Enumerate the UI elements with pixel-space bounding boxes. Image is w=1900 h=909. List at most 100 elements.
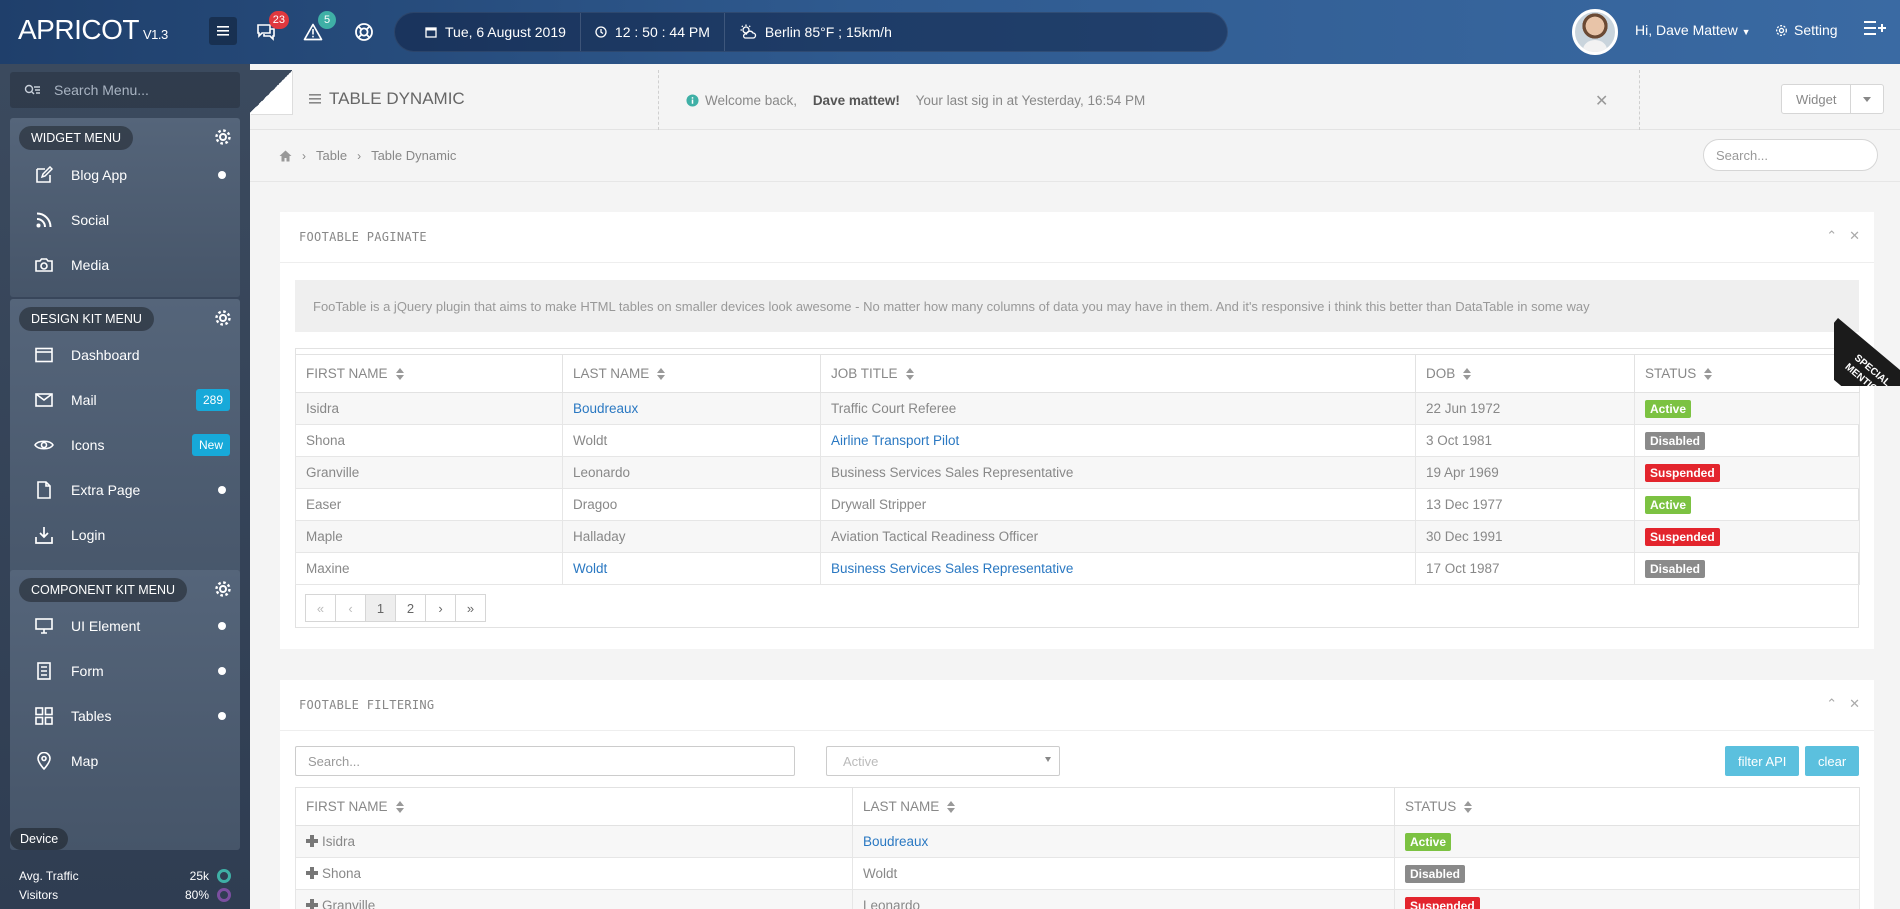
- page-title: TABLE DYNAMIC: [309, 89, 465, 109]
- job-title-link[interactable]: Airline Transport Pilot: [820, 424, 1416, 457]
- page-search-input[interactable]: Search...: [1703, 139, 1878, 171]
- support-button[interactable]: [349, 17, 379, 47]
- column-header-first-name[interactable]: FIRST NAME: [295, 354, 563, 393]
- job-title-link[interactable]: Business Services Sales Representative: [820, 552, 1416, 585]
- messages-badge: 23: [268, 11, 289, 29]
- list-plus-icon: [1864, 21, 1886, 35]
- widget-dropdown[interactable]: Widget: [1781, 84, 1885, 114]
- status-badge: Disabled: [1645, 559, 1706, 578]
- sidebar-item-login[interactable]: Login: [10, 512, 240, 557]
- status-dot: [218, 621, 226, 630]
- sidebar: Search Menu... WIDGET MENU Blog App Soci…: [0, 64, 250, 909]
- mail-icon: [34, 390, 54, 410]
- sidebar-item-mail[interactable]: Mail 289: [10, 377, 240, 422]
- column-header-last-name[interactable]: LAST NAME: [852, 787, 1395, 826]
- table-row: Isidra Boudreaux Traffic Court Referee 2…: [295, 392, 1860, 425]
- app-logo[interactable]: APRICOT V1.3: [18, 14, 168, 46]
- grid-icon: [34, 706, 54, 726]
- close-icon[interactable]: ✕: [1849, 228, 1860, 244]
- sort-icon: [1704, 368, 1713, 381]
- table-row: Isidra Boudreaux Active: [295, 825, 1860, 858]
- column-header-job-title[interactable]: JOB TITLE: [820, 354, 1416, 393]
- download-icon: [34, 525, 54, 545]
- caret-down-icon[interactable]: [1851, 85, 1883, 113]
- status-badge: Disabled: [1405, 864, 1466, 883]
- visitors-ring-icon: [217, 888, 231, 902]
- column-header-status[interactable]: STATUS: [1634, 354, 1860, 393]
- last-page-button[interactable]: »: [455, 594, 486, 622]
- column-header-first-name[interactable]: FIRST NAME: [295, 787, 853, 826]
- status-dot: [218, 170, 226, 179]
- traffic-ring-icon: [217, 869, 231, 883]
- list-icon: [309, 94, 321, 104]
- pin-icon: [34, 751, 54, 771]
- status-filter-select[interactable]: Active: [826, 746, 1060, 776]
- lifebuoy-icon: [355, 23, 373, 41]
- home-icon[interactable]: [279, 150, 292, 162]
- status-badge: Active: [1405, 832, 1452, 851]
- file-icon: [34, 480, 54, 500]
- page-1-button[interactable]: 1: [365, 594, 396, 622]
- sort-icon: [1463, 368, 1472, 381]
- divider: [658, 70, 659, 130]
- first-page-button[interactable]: «: [305, 594, 336, 622]
- user-avatar[interactable]: [1572, 9, 1618, 55]
- sort-icon: [657, 368, 666, 381]
- search-list-icon: [24, 84, 40, 95]
- expand-row-icon[interactable]: [306, 835, 318, 847]
- sidebar-item-dashboard[interactable]: Dashboard: [10, 332, 240, 377]
- sidebar-item-social[interactable]: Social: [10, 197, 240, 242]
- last-name-link[interactable]: Woldt: [562, 552, 821, 585]
- sidebar-item-media[interactable]: Media: [10, 242, 240, 287]
- column-header-dob[interactable]: DOB: [1415, 354, 1635, 393]
- page-2-button[interactable]: 2: [395, 594, 426, 622]
- gear-icon[interactable]: [214, 309, 232, 327]
- top-header: APRICOT V1.3 23 5 Tue, 6 August 2019 12 :…: [0, 0, 1900, 64]
- sidebar-item-form[interactable]: Form: [10, 648, 240, 693]
- user-menu[interactable]: Hi, Dave Mattew ▼: [1635, 22, 1751, 38]
- clock-icon: [595, 26, 607, 38]
- widget-button[interactable]: Widget: [1782, 85, 1852, 113]
- next-page-button[interactable]: ›: [425, 594, 456, 622]
- close-icon[interactable]: ✕: [1595, 91, 1608, 111]
- filter-api-button[interactable]: filter API: [1725, 746, 1800, 776]
- collapse-icon[interactable]: ⌃: [1826, 696, 1837, 712]
- sidebar-item-ui-element[interactable]: UI Element: [10, 603, 240, 648]
- weather-display: Berlin 85°F ; 15km/h: [725, 13, 906, 51]
- breadcrumb-item-table[interactable]: Table: [316, 148, 347, 163]
- prev-page-button[interactable]: ‹: [335, 594, 366, 622]
- add-menu-button[interactable]: [1864, 18, 1890, 44]
- messages-button[interactable]: 23: [251, 11, 289, 47]
- filter-search-input[interactable]: Search...: [295, 746, 795, 776]
- expand-row-icon[interactable]: [306, 867, 318, 879]
- footable-description: FooTable is a jQuery plugin that aims to…: [295, 280, 1859, 332]
- column-header-status[interactable]: STATUS: [1394, 787, 1860, 826]
- menu-toggle-button[interactable]: [209, 17, 237, 45]
- alerts-button[interactable]: 5: [298, 11, 336, 47]
- setting-button[interactable]: Setting: [1775, 22, 1838, 38]
- info-bar: Tue, 6 August 2019 12 : 50 : 44 PM Berli…: [394, 12, 1228, 52]
- status-badge: Suspended: [1645, 527, 1720, 546]
- close-icon[interactable]: ✕: [1849, 696, 1860, 712]
- expand-row-icon[interactable]: [306, 899, 318, 909]
- sidebar-item-extra-page[interactable]: Extra Page: [10, 467, 240, 512]
- chevron-down-icon: ▼: [1741, 27, 1751, 37]
- gear-icon[interactable]: [214, 128, 232, 146]
- sidebar-item-tables[interactable]: Tables: [10, 693, 240, 738]
- chevron-right-icon: ›: [357, 148, 362, 163]
- last-name-link[interactable]: Boudreaux: [562, 392, 821, 425]
- last-name-link[interactable]: Boudreaux: [852, 825, 1395, 858]
- collapse-icon[interactable]: ⌃: [1826, 228, 1837, 244]
- sort-icon: [395, 368, 404, 381]
- table-row: Maple Halladay Aviation Tactical Readine…: [295, 520, 1860, 553]
- mail-count-badge: 289: [195, 388, 230, 411]
- sidebar-item-blog-app[interactable]: Blog App: [10, 152, 240, 197]
- sidebar-item-map[interactable]: Map: [10, 738, 240, 783]
- clear-button[interactable]: clear: [1805, 746, 1860, 776]
- column-header-last-name[interactable]: LAST NAME: [562, 354, 821, 393]
- status-badge: Suspended: [1405, 896, 1480, 909]
- sort-icon: [395, 801, 404, 814]
- sidebar-item-icons[interactable]: Icons New: [10, 422, 240, 467]
- menu-search-input[interactable]: Search Menu...: [10, 72, 240, 108]
- gear-icon[interactable]: [214, 580, 232, 598]
